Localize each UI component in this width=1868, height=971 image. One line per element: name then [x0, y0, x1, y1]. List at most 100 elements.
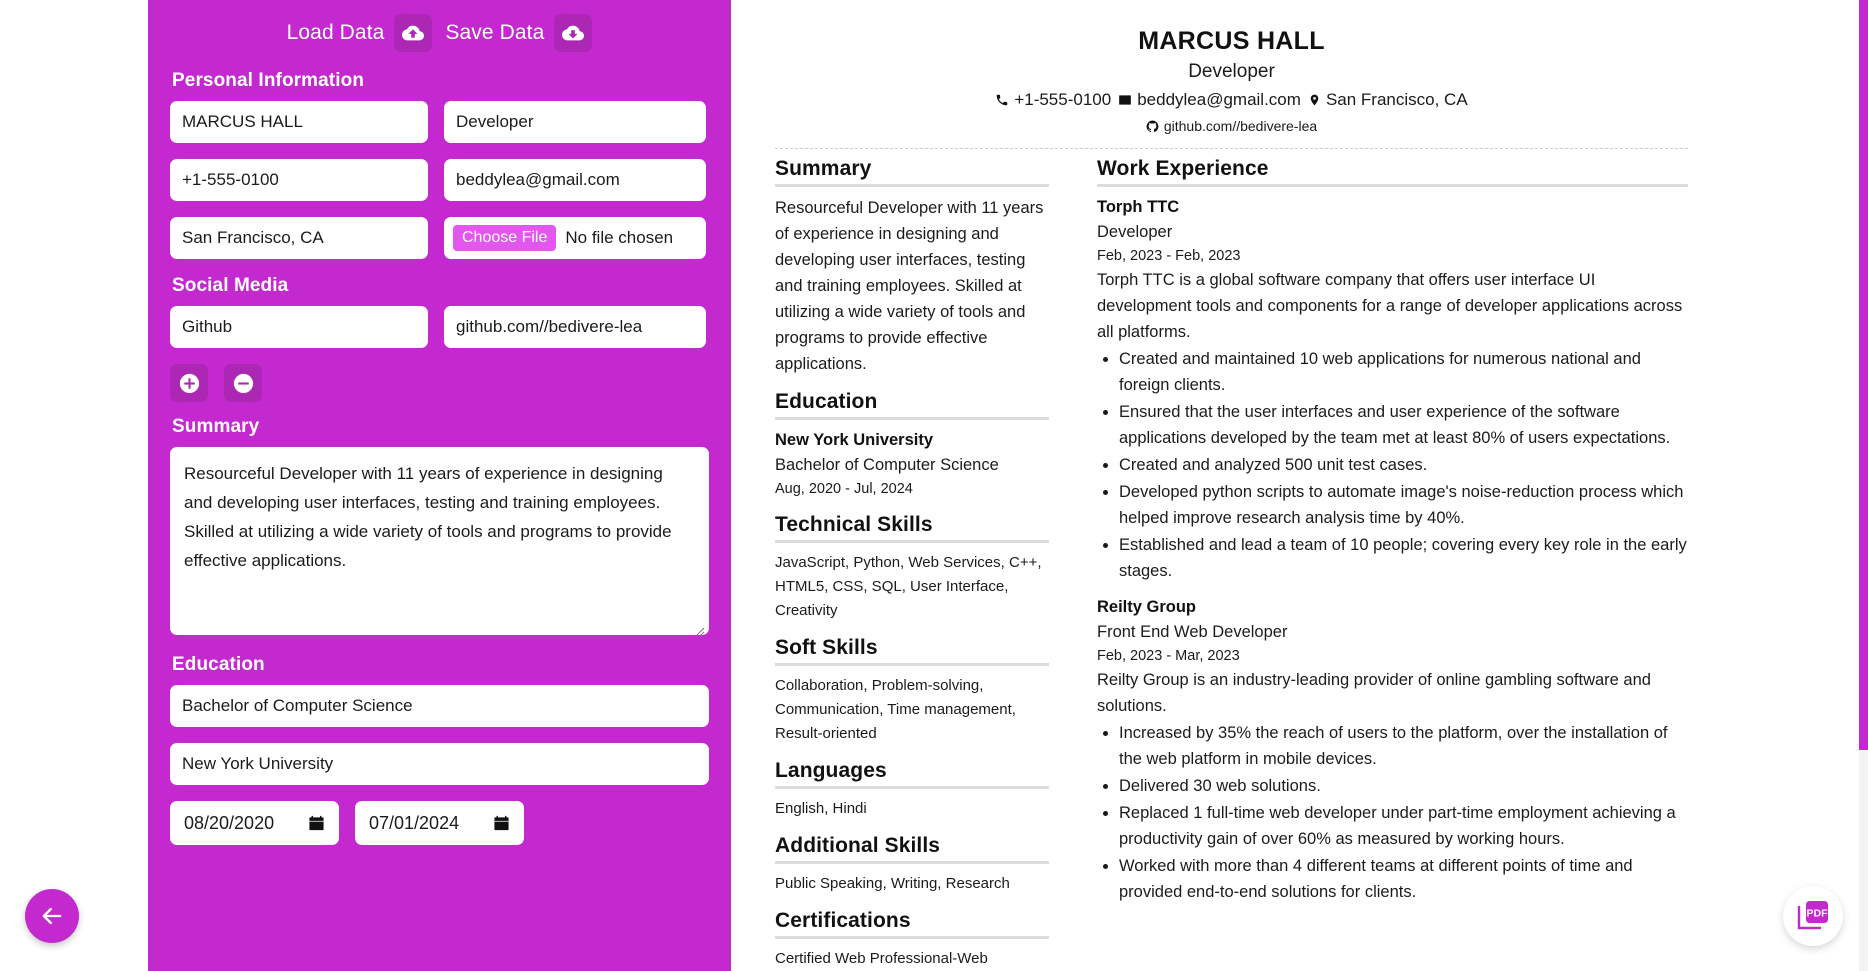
resume-form-panel: Load Data Save Data Personal Information… [148, 0, 731, 971]
data-toolbar: Load Data Save Data [170, 0, 709, 56]
job-role: Front End Web Developer [1097, 623, 1288, 641]
education-degree-row: Bachelor of Computer Science [170, 685, 709, 727]
phone-input[interactable]: +1-555-0100 [170, 159, 428, 201]
resume-location: San Francisco, CA [1308, 90, 1468, 110]
job-description: Torph TTC is a global software company t… [1097, 271, 1683, 341]
education-date-row: 08/20/2020 07/01/2024 [170, 801, 709, 845]
personal-row-3: San Francisco, CA Choose File No file ch… [170, 217, 709, 259]
cloud-upload-icon[interactable] [394, 14, 433, 52]
heading-certifications: Certifications [775, 909, 911, 932]
heading-additional-skills: Additional Skills [775, 834, 941, 857]
education-school-row: New York University [170, 743, 709, 785]
name-input[interactable]: MARCUS HALL [170, 101, 428, 143]
save-data-label: Save Data [445, 21, 545, 44]
rule [775, 184, 1049, 187]
heading-summary: Summary [775, 157, 872, 180]
section-summary: Summary [172, 416, 260, 437]
add-social-button[interactable] [170, 364, 208, 402]
job-bullet: Developed python scripts to automate ima… [1119, 479, 1688, 531]
resume-header-divider [775, 148, 1688, 149]
job-bullet: Established and lead a team of 10 people… [1119, 532, 1688, 584]
languages-list: English, Hindi [775, 800, 867, 817]
job-bullet: Worked with more than 4 different teams … [1119, 853, 1688, 905]
social-row-controls [170, 364, 709, 402]
social-url-input[interactable]: github.com//bedivere-lea [444, 306, 706, 348]
job-bullet: Replaced 1 full-time web developer under… [1119, 800, 1688, 852]
resume-email-value: beddylea@gmail.com [1137, 90, 1301, 109]
section-personal-information: Personal Information [172, 70, 365, 91]
job-bullet: Created and maintained 10 web applicatio… [1119, 346, 1688, 398]
rule [1097, 184, 1688, 187]
technical-skills-list: JavaScript, Python, Web Services, C++, H… [775, 554, 1042, 619]
email-input[interactable]: beddylea@gmail.com [444, 159, 706, 201]
file-status-label: No file chosen [565, 228, 674, 247]
work-experience-entry: Reilty Group Front End Web Developer Feb, … [1097, 595, 1688, 905]
resume-preview: MARCUS HALL Developer +1-555-0100 beddyl… [731, 0, 1732, 971]
education-degree: Bachelor of Computer Science [775, 456, 999, 474]
scrollbar-track[interactable] [1859, 0, 1868, 971]
resume-job-title: Developer [1188, 61, 1275, 82]
photo-file-input[interactable]: Choose File No file chosen [444, 217, 706, 259]
resume-builder-app: Load Data Save Data Personal Information… [0, 0, 1868, 971]
job-bullet: Created and analyzed 500 unit test cases… [1119, 452, 1688, 478]
job-bullet: Ensured that the user interfaces and use… [1119, 399, 1688, 451]
resume-phone-value: +1-555-0100 [1014, 90, 1112, 109]
work-experience-list: Torph TTC Developer Feb, 2023 - Feb, 2023 T… [1097, 195, 1688, 905]
scrollbar-thumb[interactable] [1859, 0, 1868, 750]
education-school: New York University [775, 431, 934, 449]
svg-text:PDF: PDF [1807, 908, 1829, 920]
envelope-icon [1119, 95, 1132, 105]
job-role: Developer [1097, 223, 1173, 241]
job-dates: Feb, 2023 - Feb, 2023 [1097, 248, 1241, 264]
arrow-left-icon [42, 907, 62, 925]
remove-social-button[interactable] [224, 364, 262, 402]
job-company: Torph TTC [1097, 198, 1180, 216]
job-bullet: Delivered 30 web solutions. [1119, 773, 1688, 799]
rule [775, 786, 1049, 789]
export-pdf-button[interactable]: PDF [1783, 886, 1843, 946]
social-network-input[interactable]: Github [170, 306, 428, 348]
choose-file-button[interactable]: Choose File [453, 225, 557, 251]
education-end-date-input[interactable]: 07/01/2024 [355, 801, 524, 845]
resume-location-value: San Francisco, CA [1325, 90, 1468, 109]
job-description: Reilty Group is an industry-leading prov… [1097, 671, 1651, 715]
additional-skills-list: Public Speaking, Writing, Research [775, 875, 1010, 892]
calendar-icon [494, 815, 509, 831]
resume-email: beddylea@gmail.com [1118, 90, 1301, 110]
resume-contact-line: +1-555-0100 beddylea@gmail.com San Franc… [775, 90, 1688, 110]
save-data-group[interactable]: Save Data [445, 14, 593, 52]
job-company: Reilty Group [1097, 598, 1197, 616]
education-degree-input[interactable]: Bachelor of Computer Science [170, 685, 709, 727]
job-title-input[interactable]: Developer [444, 101, 706, 143]
load-data-label: Load Data [286, 21, 385, 44]
heading-languages: Languages [775, 759, 887, 782]
rule [775, 936, 1049, 939]
rule [775, 540, 1049, 543]
job-bullet-list: Created and maintained 10 web applicatio… [1097, 346, 1688, 584]
education-start-date-value: 08/20/2020 [184, 812, 275, 833]
job-bullet-list: Increased by 35% the reach of users to t… [1097, 720, 1688, 905]
heading-technical-skills: Technical Skills [775, 513, 933, 536]
resume-summary-text: Resourceful Developer with 11 years of e… [775, 199, 1044, 373]
rule [775, 663, 1049, 666]
heading-work-experience: Work Experience [1097, 157, 1269, 180]
education-school-input[interactable]: New York University [170, 743, 709, 785]
heading-soft-skills: Soft Skills [775, 636, 878, 659]
resume-left-column: Summary Resourceful Developer with 11 ye… [775, 157, 1075, 971]
summary-textarea[interactable] [170, 447, 709, 635]
cloud-download-icon[interactable] [554, 14, 593, 52]
education-start-date-input[interactable]: 08/20/2020 [170, 801, 339, 845]
resume-phone: +1-555-0100 [995, 90, 1111, 110]
map-pin-icon [1310, 94, 1319, 106]
resume-columns: Summary Resourceful Developer with 11 ye… [775, 157, 1688, 971]
education-end-date-value: 07/01/2024 [369, 812, 460, 833]
job-dates: Feb, 2023 - Mar, 2023 [1097, 648, 1240, 664]
social-row-1: Github github.com//bedivere-lea [170, 306, 709, 348]
section-education: Education [172, 654, 265, 675]
back-button[interactable] [25, 889, 79, 943]
location-input[interactable]: San Francisco, CA [170, 217, 428, 259]
resume-social-url: github.com//bedivere-lea [1163, 118, 1318, 134]
load-data-group[interactable]: Load Data [287, 14, 433, 52]
certifications-list: Certified Web Professional-Web Developer… [775, 950, 988, 967]
personal-row-2: +1-555-0100 beddylea@gmail.com [170, 159, 709, 201]
